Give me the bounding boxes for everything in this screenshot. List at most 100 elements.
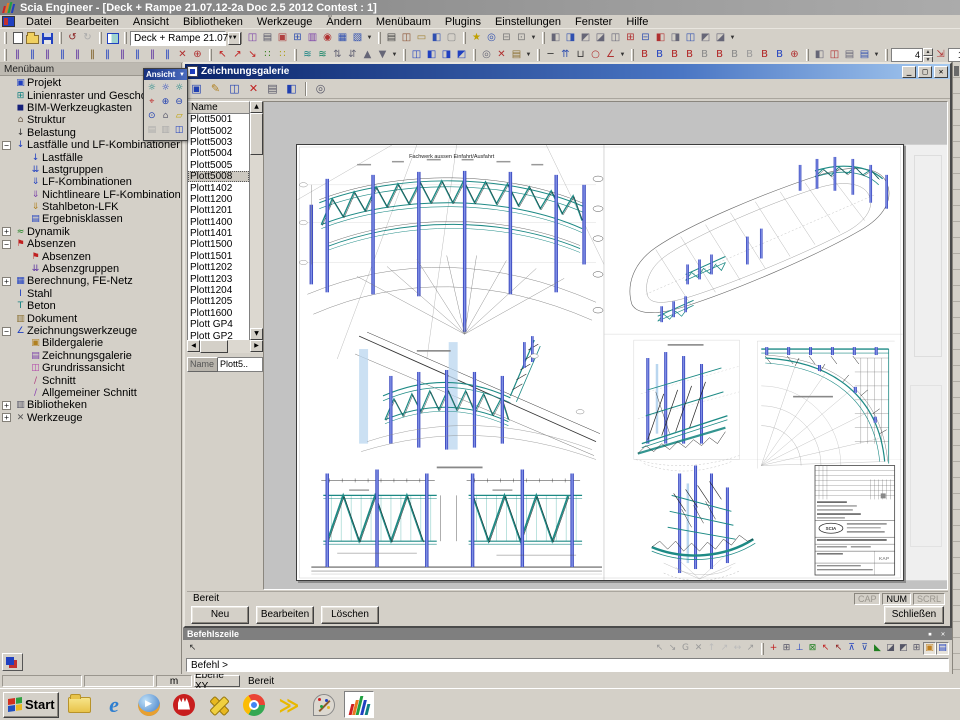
toolbar-icon[interactable]: ▥ <box>305 31 320 45</box>
toolbar-icon[interactable]: ▤ <box>936 642 949 655</box>
toolbar-overflow-icon[interactable]: ▼ <box>618 48 627 62</box>
toolbar-icon[interactable]: ‖ <box>145 48 160 62</box>
toolbar-icon[interactable]: ⊞ <box>910 642 923 655</box>
list-item-plott1201[interactable]: Plott1201 <box>188 205 249 216</box>
scale-spinner[interactable]: 4 <box>891 48 923 62</box>
toolbar-icon[interactable]: ⊼ <box>845 642 858 655</box>
toolbar-icon[interactable]: ↖ <box>832 642 845 655</box>
collapse-icon[interactable]: − <box>2 240 11 249</box>
toolbar-icon[interactable]: ▤ <box>509 48 524 62</box>
toolbar-icon[interactable]: ‖ <box>70 48 85 62</box>
toolbar-icon[interactable]: ◩ <box>454 48 469 62</box>
toolbar-icon[interactable]: ◫ <box>409 48 424 62</box>
toolbar-icon[interactable]: ‖ <box>10 48 25 62</box>
toolbar-grip[interactable] <box>99 32 102 44</box>
collapse-icon[interactable]: − <box>2 327 11 336</box>
right-dock-strip[interactable] <box>952 62 960 674</box>
toolbar-grip[interactable] <box>59 32 62 44</box>
toolbar-icon[interactable]: ⊡ <box>514 31 529 45</box>
toolbar-icon[interactable]: ◫ <box>683 31 698 45</box>
toolbar-icon[interactable]: ‖ <box>40 48 55 62</box>
app-titlebar[interactable]: Scia Engineer - [Deck + Rampe 21.07.12-2… <box>0 0 960 15</box>
toolbar-icon[interactable]: ◪ <box>713 31 728 45</box>
toolbar-icon[interactable]: B <box>637 48 652 62</box>
menu-datei[interactable]: Datei <box>19 15 59 29</box>
toolbar-icon[interactable]: ↖ <box>819 642 832 655</box>
gallery-titlebar[interactable]: Zeichnungsgalerie _ □ ✕ <box>185 64 950 79</box>
toolbar-icon[interactable]: ‖ <box>130 48 145 62</box>
toolbar-icon[interactable]: ◫ <box>173 124 186 137</box>
toolbar-icon[interactable]: ▤ <box>857 48 872 62</box>
toolbar-grip[interactable] <box>537 49 540 61</box>
delete-drawing-icon[interactable]: ✕ <box>245 81 262 97</box>
toolbar-icon[interactable]: ∷ <box>260 48 275 62</box>
tree-item-bibliotheken[interactable]: +▥Bibliotheken <box>0 399 180 411</box>
list-item-plott1400[interactable]: Plott1400 <box>188 217 249 228</box>
toolbar-icon[interactable]: ⊕ <box>787 48 802 62</box>
scale-apply-icon[interactable]: ⇲ <box>933 48 948 62</box>
toolbar-icon[interactable]: B <box>697 48 712 62</box>
menu-fenster[interactable]: Fenster <box>568 15 619 29</box>
toolbar-grip[interactable] <box>378 32 381 44</box>
tree-item-dynamik[interactable]: +≈Dynamik <box>0 226 180 238</box>
toolbar-icon[interactable]: ◨ <box>439 48 454 62</box>
new-drawing-icon[interactable]: ▣ <box>188 81 205 97</box>
toolbar-icon[interactable]: ▲ <box>360 48 375 62</box>
hand-app-button[interactable] <box>169 691 199 718</box>
toolbar-icon[interactable]: ⊞ <box>290 31 305 45</box>
toolbar-icon[interactable]: ‖ <box>55 48 70 62</box>
tree-item-lf-kombinationen[interactable]: ⇓LF-Kombinationen <box>0 176 180 188</box>
tree-item-grundrissansicht[interactable]: ◫Grundrissansicht <box>0 362 180 374</box>
open-file-icon[interactable] <box>25 31 40 45</box>
toolbar-icon[interactable]: ▢ <box>444 31 459 45</box>
toolbar-overflow-icon[interactable]: ▼ <box>728 31 737 45</box>
chevron-down-icon[interactable]: ▼ <box>179 68 185 82</box>
list-item-plott1204[interactable]: Plott1204 <box>188 285 249 296</box>
toolbar-icon[interactable]: ◧ <box>424 48 439 62</box>
tree-item-lastgruppen[interactable]: ⇊Lastgruppen <box>0 164 180 176</box>
toolbar-icon[interactable]: ▧ <box>350 31 365 45</box>
toolbar-icon[interactable]: ⊟ <box>638 31 653 45</box>
toolbar-overflow-icon[interactable]: ▼ <box>872 48 881 62</box>
tree-item-nichtlineare-lf-kombinationen[interactable]: ⇓Nichtlineare LF-Kombinationen <box>0 189 180 201</box>
tools-app-button[interactable] <box>204 691 234 718</box>
toolbar-icon[interactable]: ⊙ <box>145 110 158 123</box>
toolbar-overflow-icon[interactable]: ▼ <box>226 31 235 45</box>
toolbar-icon[interactable]: ◨ <box>563 31 578 45</box>
toolbar-icon[interactable]: ◣ <box>871 642 884 655</box>
toolbar-icon[interactable]: ★ <box>469 31 484 45</box>
zoom-spinner[interactable]: 1.50... <box>948 48 960 62</box>
toolbar-icon[interactable]: B <box>652 48 667 62</box>
toolbar-icon[interactable]: ▤ <box>384 31 399 45</box>
tree-item-allgemeiner-schnitt[interactable]: ∕Allgemeiner Schnitt <box>0 387 180 399</box>
expand-icon[interactable]: + <box>2 401 11 410</box>
list-item-plott1600[interactable]: Plott1600 <box>188 308 249 319</box>
toolbar-grip[interactable] <box>209 49 212 61</box>
delete-button[interactable]: Löschen <box>321 606 379 624</box>
file-explorer-button[interactable] <box>64 691 94 718</box>
toolbar-icon[interactable]: ⊖ <box>173 96 186 109</box>
toolbar-icon[interactable]: ⊽ <box>858 642 871 655</box>
toolbar-icon[interactable]: ↘ <box>245 48 260 62</box>
list-item-plott1401[interactable]: Plott1401 <box>188 228 249 239</box>
scrollbar-thumb[interactable] <box>250 113 263 155</box>
toolbar-icon[interactable]: ▱ <box>173 110 186 123</box>
list-item-plott5001[interactable]: Plott5001 <box>188 114 249 125</box>
close-icon[interactable]: ✕ <box>934 66 948 78</box>
toolbar-icon[interactable]: ⊔ <box>573 48 588 62</box>
tree-item-dokument[interactable]: ▥Dokument <box>0 312 180 324</box>
toolbar-icon[interactable]: B <box>682 48 697 62</box>
toolbar-icon[interactable]: ☼ <box>173 82 186 95</box>
toolbar-icon[interactable]: ▤ <box>260 31 275 45</box>
project-combobox[interactable]: Deck + Rampe 21.07 ▼ <box>130 31 226 46</box>
list-item-plott-gp2[interactable]: Plott GP2 <box>188 330 249 340</box>
maximize-icon[interactable]: □ <box>918 66 932 78</box>
toolbar-overflow-icon[interactable]: ▼ <box>524 48 533 62</box>
toolbar-icon[interactable]: ◩ <box>698 31 713 45</box>
toolbar-icon[interactable]: ‖ <box>25 48 40 62</box>
toolbar-icon[interactable]: ↖ <box>215 48 230 62</box>
toolbar-icon[interactable]: ✕ <box>175 48 190 62</box>
command-panel-caption[interactable]: Befehlszeile ▪ ✕ <box>183 628 952 640</box>
clone-drawing-icon[interactable]: ◫ <box>226 81 243 97</box>
menu-plugins[interactable]: Plugins <box>438 15 488 29</box>
